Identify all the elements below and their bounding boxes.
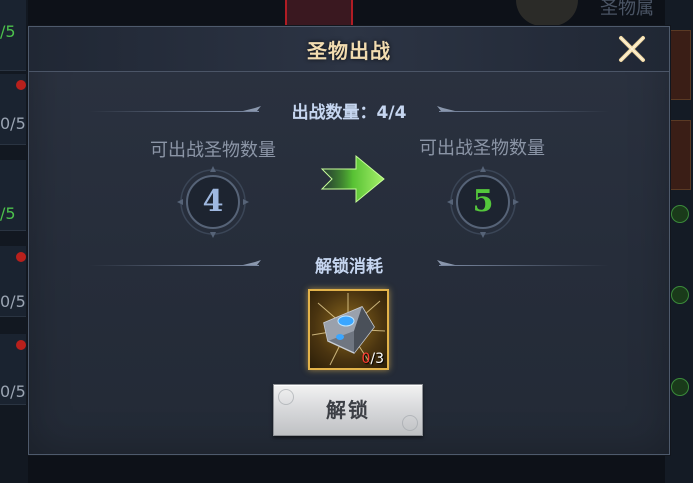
background-badge-icon <box>671 286 689 304</box>
close-icon <box>619 36 645 62</box>
arrow-right-icon <box>320 154 385 204</box>
background-badge-icon <box>671 378 689 396</box>
background-fraction: 0/5 <box>0 382 26 401</box>
cost-item-count: 0/3 <box>361 351 384 367</box>
background-list-item: 0/5 <box>0 74 26 145</box>
background-list-item: 0/5 <box>0 246 26 317</box>
next-slot-value: 5 <box>472 184 494 219</box>
scroll-icon <box>516 0 578 26</box>
background-selected-tile <box>285 0 353 28</box>
unlock-button[interactable]: 解锁 <box>273 384 423 436</box>
notification-dot <box>16 252 26 262</box>
relic-deploy-dialog: 圣物出战 出战数量：4/4 可出战圣物数量 4 可出战圣物数量 5 解锁消耗 0… <box>28 26 670 455</box>
background-fraction: 0/5 <box>0 292 26 311</box>
current-slot-value: 4 <box>202 184 224 219</box>
background-left-panel: /5 0/5 /5 0/5 0/5 <box>0 0 28 483</box>
dialog-title-bar: 圣物出战 <box>29 27 669 72</box>
background-list-item: 0/5 <box>0 334 26 405</box>
ornament-divider <box>439 265 609 266</box>
current-slot-label: 可出战圣物数量 <box>150 140 276 161</box>
current-slot-ring: 4 <box>175 164 251 240</box>
close-button[interactable] <box>614 31 650 67</box>
notification-dot <box>16 340 26 350</box>
ornament-divider <box>439 111 609 112</box>
button-ornament-icon <box>402 415 418 431</box>
next-slot-label: 可出战圣物数量 <box>419 138 545 159</box>
next-slot-ring: 5 <box>445 164 521 240</box>
background-list-item: /5 <box>0 0 26 71</box>
button-ornament-icon <box>278 389 294 405</box>
dialog-title: 圣物出战 <box>307 39 391 63</box>
background-badge-icon <box>671 205 689 223</box>
notification-dot <box>16 80 26 90</box>
cost-item-slot[interactable]: 0/3 <box>308 289 389 370</box>
background-fraction: /5 <box>0 204 16 223</box>
background-fraction: 0/5 <box>0 114 26 133</box>
unlock-button-label: 解锁 <box>326 398 370 422</box>
cost-item-required: /3 <box>370 351 384 367</box>
background-fraction: /5 <box>0 22 16 41</box>
background-list-item: /5 <box>0 160 26 231</box>
